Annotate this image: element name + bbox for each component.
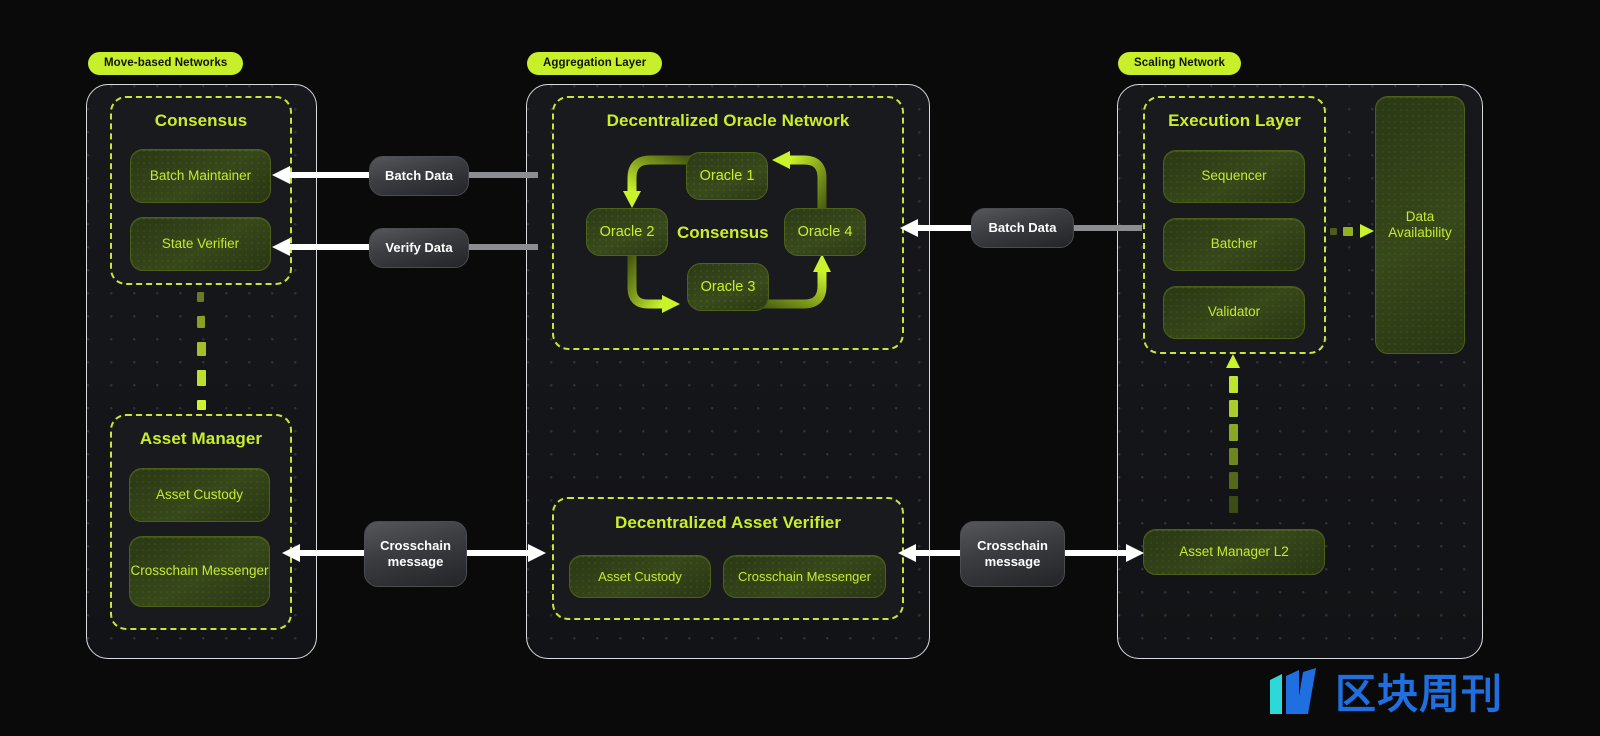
connector-pill-batch-data-right[interactable]: Batch Data [971,208,1074,248]
group-title-decentralized-oracle-network: Decentralized Oracle Network [606,111,850,130]
node-batcher[interactable]: Batcher [1163,218,1305,271]
oracle-consensus-label: Consensus [677,223,769,242]
oracle-node-3[interactable]: Oracle 3 [687,263,769,311]
section-badge-aggregation-layer: Aggregation Layer [527,52,663,75]
flow-connector-asset-manager-l2-to-execution-layer [1226,354,1240,513]
node-state-verifier[interactable]: State Verifier [130,217,271,271]
connector-pill-verify-data-left[interactable]: Verify Data [369,228,469,268]
node-asset-custody-verifier[interactable]: Asset Custody [569,555,711,598]
section-badge-scaling-network: Scaling Network [1118,52,1241,75]
flow-connector-execution-to-data-availability [1330,224,1374,238]
group-title-execution-layer: Execution Layer [1168,111,1301,130]
connector-pill-crosschain-message-left[interactable]: Crosschain message [364,521,467,587]
logo-mark-icon [1270,668,1316,714]
section-badge-move-based-networks: Move-based Networks [88,52,244,75]
watermark-text: 区块周刊 [1335,669,1503,718]
oracle-node-4[interactable]: Oracle 4 [784,208,866,256]
watermark-logo: 区块周刊 [1268,668,1503,720]
oracle-node-1[interactable]: Oracle 1 [686,152,768,200]
flow-connector-consensus-to-asset-manager [197,292,206,410]
group-title-asset-manager: Asset Manager [139,429,263,448]
node-batch-maintainer[interactable]: Batch Maintainer [130,149,271,203]
oracle-node-2[interactable]: Oracle 2 [586,208,668,256]
diagram-canvas: Move-based Networks Aggregation Layer Sc… [0,0,1600,736]
node-asset-manager-l2[interactable]: Asset Manager L2 [1143,529,1325,575]
node-data-availability[interactable]: Data Availability [1375,96,1465,354]
group-title-consensus: Consensus [154,111,248,130]
node-validator[interactable]: Validator [1163,286,1305,339]
node-sequencer[interactable]: Sequencer [1163,150,1305,203]
group-title-decentralized-asset-verifier: Decentralized Asset Verifier [614,513,842,532]
node-crosschain-messenger-l1[interactable]: Crosschain Messenger [129,536,270,607]
node-asset-custody-l1[interactable]: Asset Custody [129,468,270,522]
node-crosschain-messenger-verifier[interactable]: Crosschain Messenger [723,555,886,598]
connector-pill-batch-data-left[interactable]: Batch Data [369,156,469,196]
connector-pill-crosschain-message-right[interactable]: Crosschain message [960,521,1065,587]
